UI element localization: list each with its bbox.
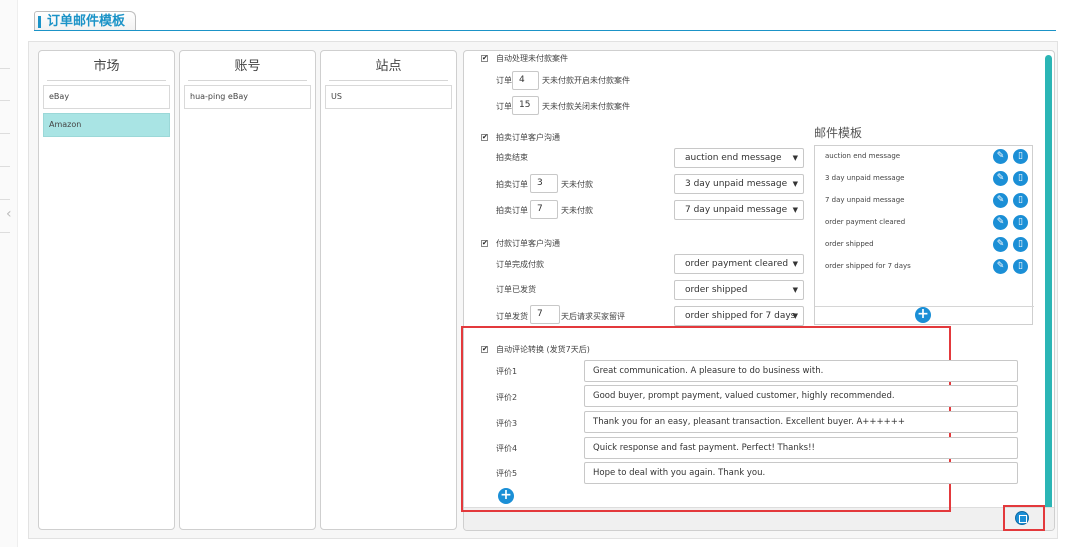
chevron-down-icon: ▼: [792, 206, 798, 214]
order-shipped-select-value: order shipped: [685, 285, 748, 295]
auto-review-checkbox[interactable]: ✔: [481, 346, 488, 353]
edit-icon[interactable]: ✎: [993, 237, 1008, 252]
save-icon[interactable]: [1015, 511, 1029, 525]
rail-divider: [0, 199, 10, 200]
auction-end-label: 拍卖结束: [496, 153, 528, 162]
close-case-prefix: 订单: [496, 102, 512, 111]
feedback-request-select-value: order shipped for 7 days: [685, 311, 796, 321]
review-label: 评价1: [496, 367, 518, 376]
feedback-request-days-input[interactable]: 7: [530, 305, 560, 324]
auction-label: 拍卖订单客户沟通: [496, 133, 560, 142]
template-item[interactable]: 7 day unpaid message: [825, 194, 904, 206]
auction-unpaid7-days-input[interactable]: 7: [530, 200, 558, 219]
review-label: 评价2: [496, 393, 518, 402]
paid-checkbox[interactable]: ✔: [481, 240, 488, 247]
market-item-amazon[interactable]: Amazon: [43, 113, 170, 137]
review-input[interactable]: Quick response and fast payment. Perfect…: [584, 437, 1018, 459]
account-item[interactable]: hua-ping eBay: [184, 85, 311, 109]
auction-unpaid3-select-value: 3 day unpaid message: [685, 179, 788, 189]
market-column: 市场 eBay Amazon: [38, 50, 175, 530]
rail-divider: [0, 133, 10, 134]
auction-end-select-value: auction end message: [685, 153, 782, 163]
site-item[interactable]: US: [325, 85, 452, 109]
payment-cleared-label: 订单完成付款: [496, 260, 544, 269]
rail-divider: [0, 232, 10, 233]
review-input[interactable]: Good buyer, prompt payment, valued custo…: [584, 385, 1018, 407]
auction-unpaid7-suffix: 天未付款: [561, 206, 593, 215]
title-underline: [34, 30, 1056, 31]
feedback-request-suffix: 天后请求买家留评: [561, 312, 625, 321]
auction-unpaid7-select-value: 7 day unpaid message: [685, 205, 788, 215]
add-review-icon[interactable]: +: [498, 488, 514, 504]
review-input[interactable]: Thank you for an easy, pleasant transact…: [584, 411, 1018, 433]
templates-list: auction end message ✎ ▯ 3 day unpaid mes…: [814, 145, 1034, 325]
auction-unpaid7-select[interactable]: 7 day unpaid message ▼: [674, 200, 804, 220]
chevron-down-icon: ▼: [792, 286, 798, 294]
auction-unpaid7-prefix: 拍卖订单: [496, 206, 528, 215]
paid-label: 付款订单客户沟通: [496, 239, 560, 248]
review-input[interactable]: Great communication. A pleasure to do bu…: [584, 360, 1018, 382]
payment-cleared-select-value: order payment cleared: [685, 259, 789, 269]
edit-icon[interactable]: ✎: [993, 193, 1008, 208]
chevron-down-icon: ▼: [792, 260, 798, 268]
rail-divider: [0, 100, 10, 101]
trash-icon[interactable]: ▯: [1013, 149, 1028, 164]
review-label: 评价4: [496, 444, 518, 453]
review-label: 评价3: [496, 419, 518, 428]
open-case-days-input[interactable]: 4: [512, 71, 539, 90]
site-column: 站点 US: [320, 50, 457, 530]
auction-checkbox[interactable]: ✔: [481, 134, 488, 141]
page-title: 订单邮件模板: [34, 11, 137, 31]
scrollbar[interactable]: [1045, 55, 1052, 513]
rail-divider: [0, 166, 10, 167]
auto-unpaid-label: 自动处理未付款案件: [496, 54, 568, 63]
template-item[interactable]: order payment cleared: [825, 216, 905, 228]
market-item-ebay[interactable]: eBay: [43, 85, 170, 109]
edit-icon[interactable]: ✎: [993, 149, 1008, 164]
templates-title: 邮件模板: [814, 126, 863, 140]
auto-unpaid-checkbox[interactable]: ✔: [481, 55, 488, 62]
review-label: 评价5: [496, 469, 518, 478]
auction-unpaid3-days-input[interactable]: 3: [530, 174, 558, 193]
chevron-down-icon: ▼: [792, 180, 798, 188]
site-header: 站点: [329, 51, 448, 81]
account-header: 账号: [188, 51, 307, 81]
close-case-days-input[interactable]: 15: [512, 96, 539, 115]
edit-icon[interactable]: ✎: [993, 215, 1008, 230]
trash-icon[interactable]: ▯: [1013, 237, 1028, 252]
chevron-down-icon: ▼: [792, 312, 798, 320]
auction-unpaid3-suffix: 天未付款: [561, 180, 593, 189]
auction-end-select[interactable]: auction end message ▼: [674, 148, 804, 168]
account-column: 账号 hua-ping eBay: [179, 50, 316, 530]
order-shipped-label: 订单已发货: [496, 285, 536, 294]
payment-cleared-select[interactable]: order payment cleared ▼: [674, 254, 804, 274]
edit-icon[interactable]: ✎: [993, 171, 1008, 186]
rail-divider: [0, 68, 10, 69]
auto-review-label: 自动评论转换 (发货7天后): [496, 345, 590, 354]
trash-icon[interactable]: ▯: [1013, 215, 1028, 230]
trash-icon[interactable]: ▯: [1013, 259, 1028, 274]
market-header: 市场: [47, 51, 166, 81]
chevron-down-icon: ▼: [792, 154, 798, 162]
auction-unpaid3-prefix: 拍卖订单: [496, 180, 528, 189]
template-item[interactable]: 3 day unpaid message: [825, 172, 904, 184]
trash-icon[interactable]: ▯: [1013, 193, 1028, 208]
order-shipped-select[interactable]: order shipped ▼: [674, 280, 804, 300]
template-item[interactable]: order shipped for 7 days: [825, 260, 911, 272]
edit-icon[interactable]: ✎: [993, 259, 1008, 274]
add-template-icon[interactable]: +: [915, 307, 931, 323]
template-item[interactable]: auction end message: [825, 150, 900, 162]
auction-unpaid3-select[interactable]: 3 day unpaid message ▼: [674, 174, 804, 194]
open-case-suffix: 天未付款开启未付款案件: [542, 76, 630, 85]
feedback-request-prefix: 订单发货: [496, 312, 528, 321]
template-item[interactable]: order shipped: [825, 238, 874, 250]
open-case-prefix: 订单: [496, 76, 512, 85]
left-rail: ‹: [0, 0, 18, 547]
review-input[interactable]: Hope to deal with you again. Thank you.: [584, 462, 1018, 484]
close-case-suffix: 天未付款关闭未付款案件: [542, 102, 630, 111]
trash-icon[interactable]: ▯: [1013, 171, 1028, 186]
feedback-request-select[interactable]: order shipped for 7 days ▼: [674, 306, 804, 326]
collapse-sidebar-icon[interactable]: ‹: [6, 207, 18, 221]
